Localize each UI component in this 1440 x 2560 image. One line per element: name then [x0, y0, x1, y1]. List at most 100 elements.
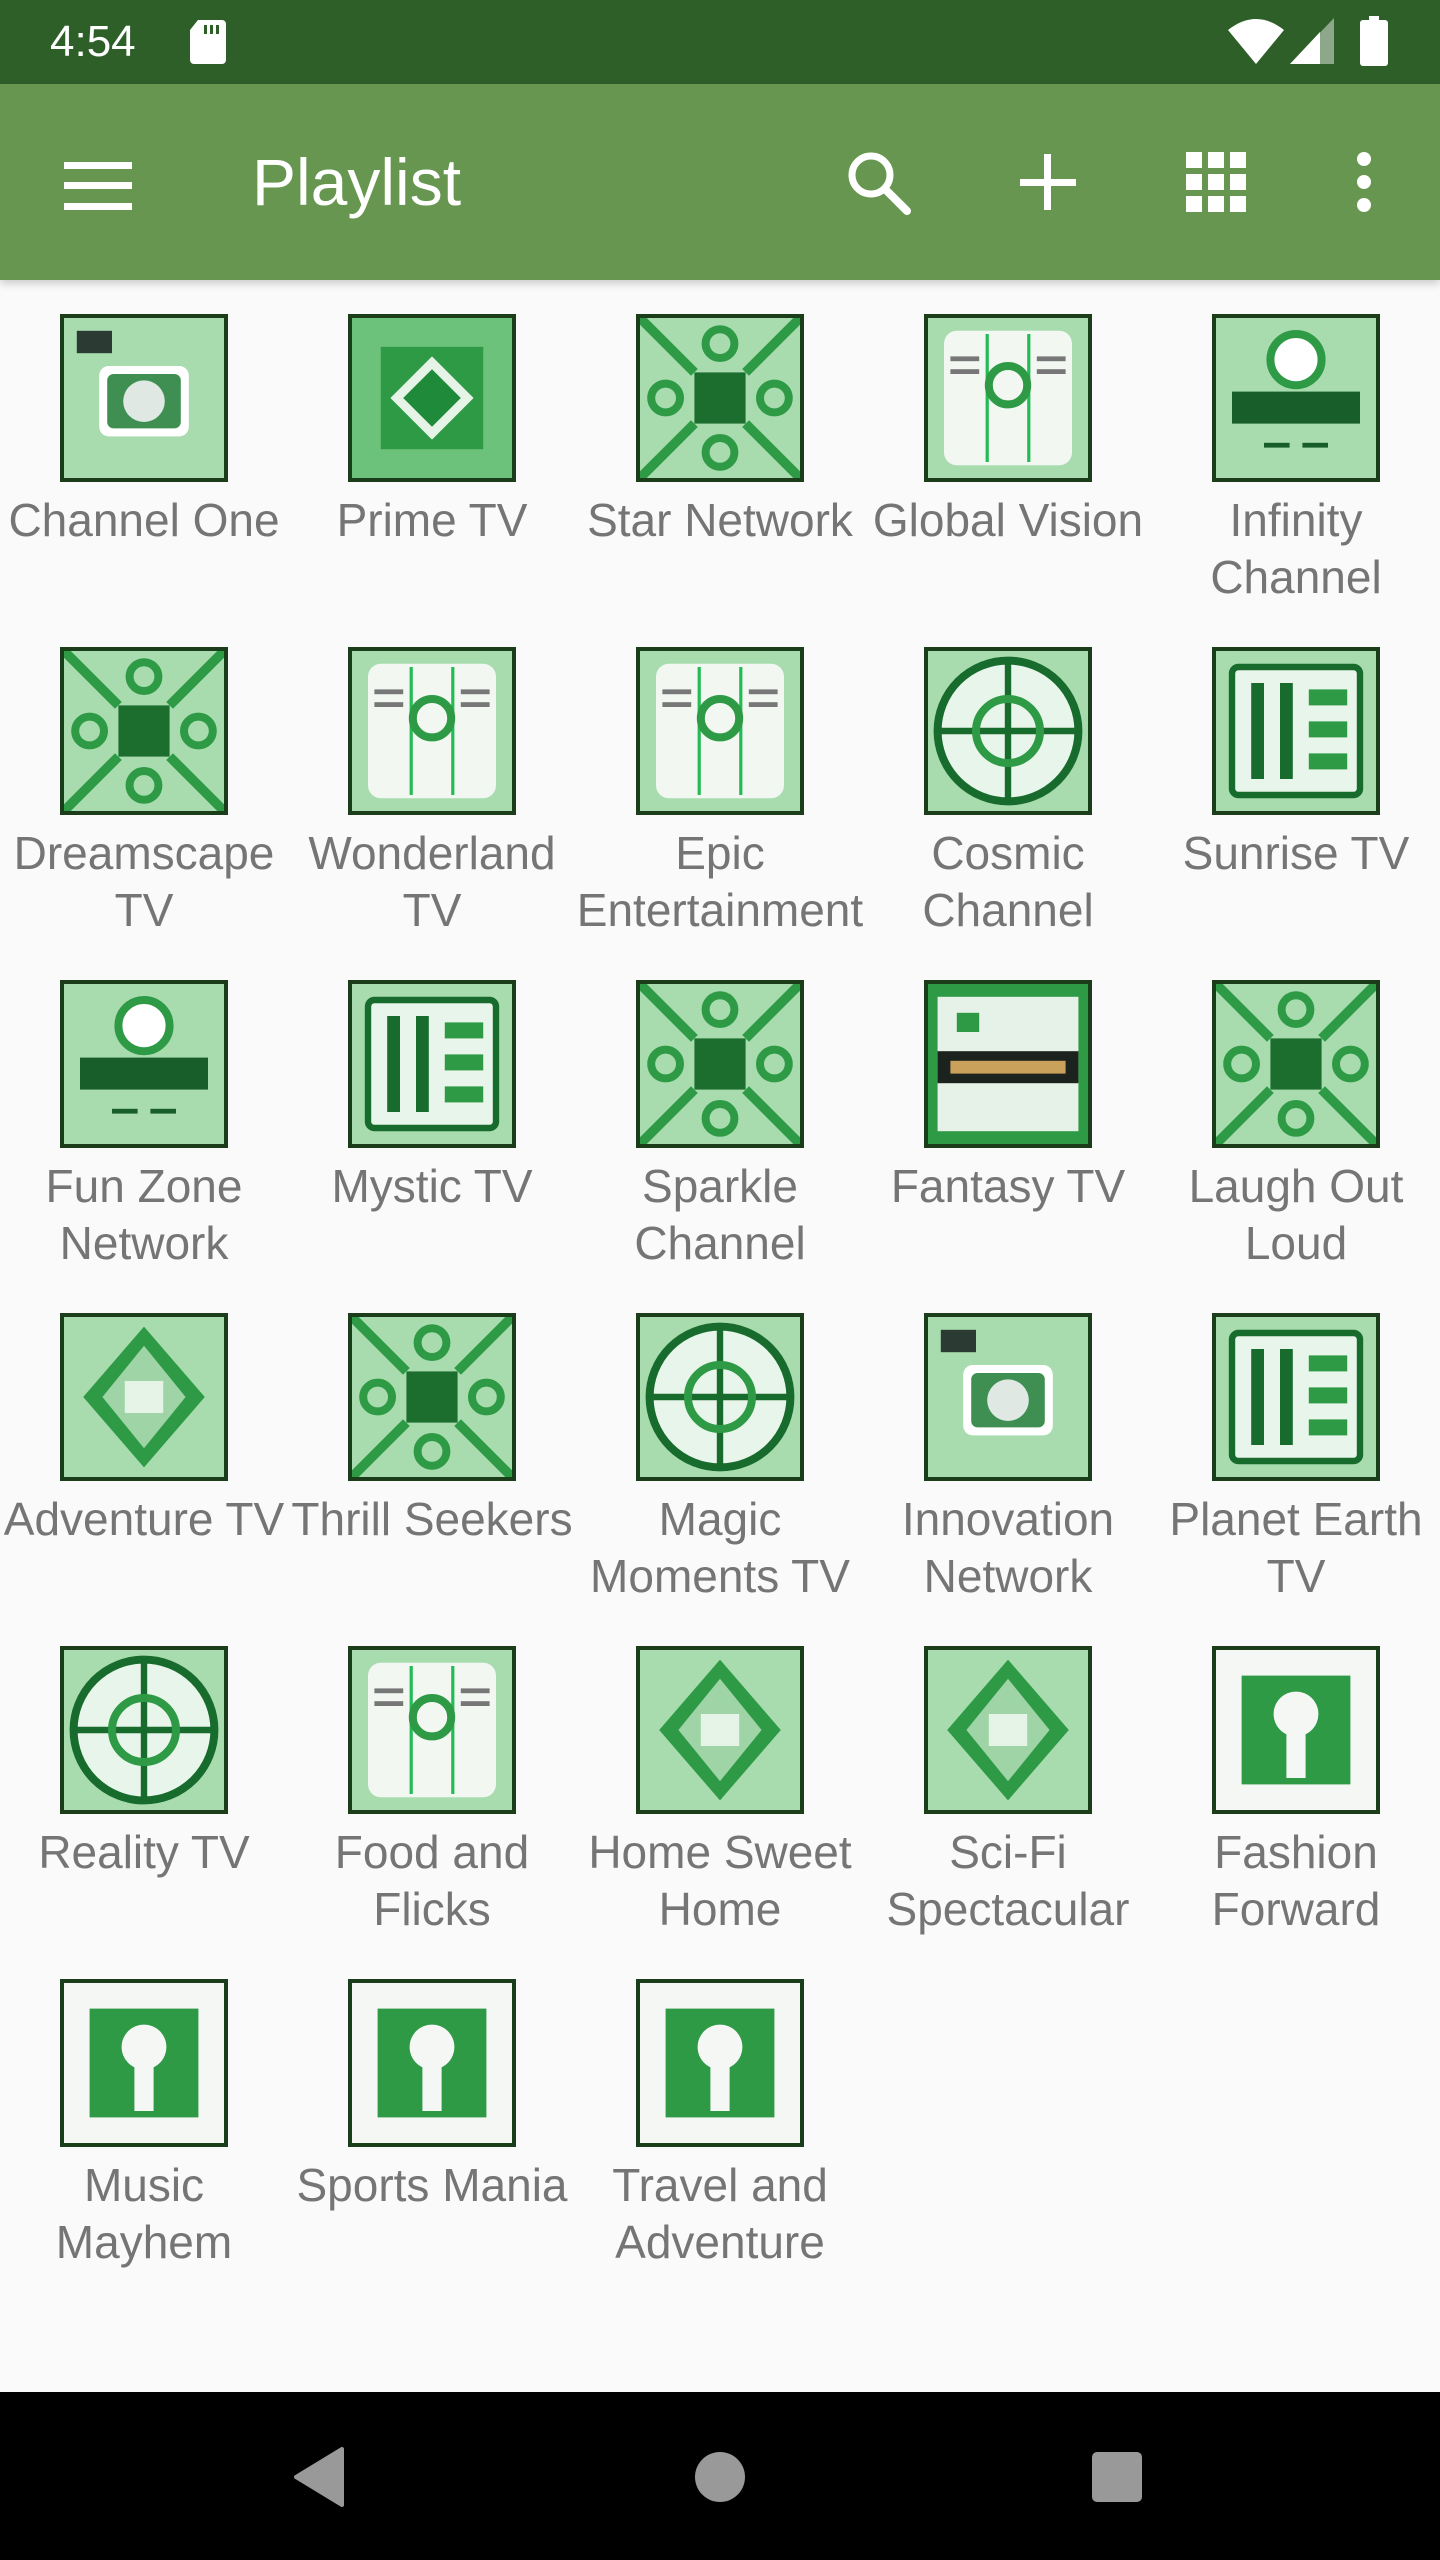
channel-tile[interactable]: Fun Zone Network	[0, 946, 288, 1279]
channel-tile[interactable]: Music Mayhem	[0, 1945, 288, 2278]
channel-name: Epic Entertainment	[576, 827, 864, 936]
channel-tile[interactable]: Sci-Fi Spectacular	[864, 1612, 1152, 1945]
channel-name: Reality TV	[38, 1826, 250, 1878]
channel-name: Magic Moments TV	[590, 1493, 850, 1602]
channel-name: Laugh Out Loud	[1188, 1160, 1404, 1269]
more-options-button[interactable]	[1322, 140, 1406, 224]
home-circle-icon	[695, 2452, 745, 2502]
cell-signal-icon	[1290, 18, 1334, 64]
app-toolbar: Playlist	[0, 84, 1440, 280]
hamburger-menu-icon	[64, 162, 132, 210]
more-vert-icon	[1357, 152, 1371, 212]
channel-name: Adventure TV	[3, 1493, 285, 1545]
menu-button[interactable]	[58, 146, 138, 226]
channel-name: Music Mayhem	[55, 2159, 233, 2268]
channel-tile[interactable]: Thrill Seekers	[288, 1279, 576, 1612]
channel-name: Innovation Network	[901, 1493, 1115, 1602]
channel-name: Travel and Adventure	[612, 2159, 828, 2268]
channel-name: Fashion Forward	[1211, 1826, 1381, 1935]
status-bar: 4:54	[0, 0, 1440, 84]
channel-name: Wonderland TV	[308, 827, 556, 936]
status-time: 4:54	[50, 17, 136, 66]
channel-tile[interactable]: Cosmic Channel	[864, 613, 1152, 946]
channel-tile[interactable]: Sparkle Channel	[576, 946, 864, 1279]
channel-tile[interactable]: Fantasy TV	[864, 946, 1152, 1279]
search-button[interactable]	[836, 140, 920, 224]
channel-name: Fun Zone Network	[45, 1160, 243, 1269]
channel-name: Infinity Channel	[1210, 494, 1382, 603]
channel-logo	[348, 314, 516, 482]
channel-tile[interactable]: Magic Moments TV	[576, 1279, 864, 1612]
channel-name: Cosmic Channel	[922, 827, 1094, 936]
channel-logo	[348, 980, 516, 1148]
channel-tile[interactable]: Sunrise TV	[1152, 613, 1440, 946]
channel-tile[interactable]: Sports Mania	[288, 1945, 576, 2278]
channel-grid: Channel One Prime TV Star Network Global Vi…	[0, 280, 1440, 2392]
channel-logo	[60, 1313, 228, 1481]
plus-icon	[1020, 154, 1076, 210]
system-nav-bar	[0, 2392, 1440, 2560]
channel-tile[interactable]: Planet Earth TV	[1152, 1279, 1440, 1612]
channel-logo	[924, 980, 1092, 1148]
channel-name: Dreamscape TV	[13, 827, 275, 936]
channel-tile[interactable]: Prime TV	[288, 280, 576, 613]
grid-view-button[interactable]	[1174, 140, 1258, 224]
channel-logo	[60, 314, 228, 482]
channel-tile[interactable]: Fashion Forward	[1152, 1612, 1440, 1945]
channel-tile[interactable]: Innovation Network	[864, 1279, 1152, 1612]
channel-name: Fantasy TV	[890, 1160, 1126, 1212]
back-button[interactable]	[274, 2432, 364, 2522]
channel-tile[interactable]: Infinity Channel	[1152, 280, 1440, 613]
channel-name: Sunrise TV	[1182, 827, 1410, 879]
channel-name: Global Vision	[872, 494, 1144, 546]
channel-name: Prime TV	[336, 494, 528, 546]
channel-tile[interactable]: Mystic TV	[288, 946, 576, 1279]
channel-name: Thrill Seekers	[291, 1493, 573, 1545]
channel-tile[interactable]: Laugh Out Loud	[1152, 946, 1440, 1279]
channel-logo	[1212, 314, 1380, 482]
channel-logo	[1212, 1313, 1380, 1481]
channel-logo	[636, 1979, 804, 2147]
channel-name: Star Network	[587, 494, 853, 546]
channel-tile[interactable]: Star Network	[576, 280, 864, 613]
recents-square-icon	[1092, 2452, 1142, 2502]
channel-name: Sci-Fi Spectacular	[886, 1826, 1130, 1935]
channel-name: Sparkle Channel	[634, 1160, 806, 1269]
channel-tile[interactable]: Adventure TV	[0, 1279, 288, 1612]
channel-tile[interactable]: Reality TV	[0, 1612, 288, 1945]
channel-logo	[636, 314, 804, 482]
channel-logo	[348, 647, 516, 815]
home-button[interactable]	[675, 2432, 765, 2522]
wifi-icon	[1228, 19, 1284, 64]
add-button[interactable]	[1006, 140, 1090, 224]
channel-logo	[924, 314, 1092, 482]
channel-logo	[60, 980, 228, 1148]
channel-tile[interactable]: Dreamscape TV	[0, 613, 288, 946]
channel-logo	[636, 1646, 804, 1814]
channel-logo	[924, 647, 1092, 815]
channel-name: Planet Earth TV	[1169, 1493, 1423, 1602]
sd-card-icon	[190, 20, 226, 64]
channel-tile[interactable]: Wonderland TV	[288, 613, 576, 946]
back-triangle-icon	[294, 2447, 344, 2507]
channel-tile[interactable]: Epic Entertainment	[576, 613, 864, 946]
channel-logo	[924, 1646, 1092, 1814]
channel-logo	[1212, 1646, 1380, 1814]
channel-logo	[60, 647, 228, 815]
channel-tile[interactable]: Channel One	[0, 280, 288, 613]
channel-tile[interactable]: Global Vision	[864, 280, 1152, 613]
channel-name: Mystic TV	[331, 1160, 533, 1212]
page-title: Playlist	[252, 145, 462, 219]
channel-logo	[348, 1313, 516, 1481]
channel-logo	[1212, 647, 1380, 815]
recents-button[interactable]	[1072, 2432, 1162, 2522]
channel-logo	[348, 1979, 516, 2147]
channel-name: Home Sweet Home	[588, 1826, 852, 1935]
channel-name: Food and Flicks	[334, 1826, 530, 1935]
channel-logo	[1212, 980, 1380, 1148]
channel-logo	[636, 980, 804, 1148]
channel-tile[interactable]: Travel and Adventure	[576, 1945, 864, 2278]
channel-tile[interactable]: Home Sweet Home	[576, 1612, 864, 1945]
channel-tile[interactable]: Food and Flicks	[288, 1612, 576, 1945]
channel-logo	[636, 1313, 804, 1481]
